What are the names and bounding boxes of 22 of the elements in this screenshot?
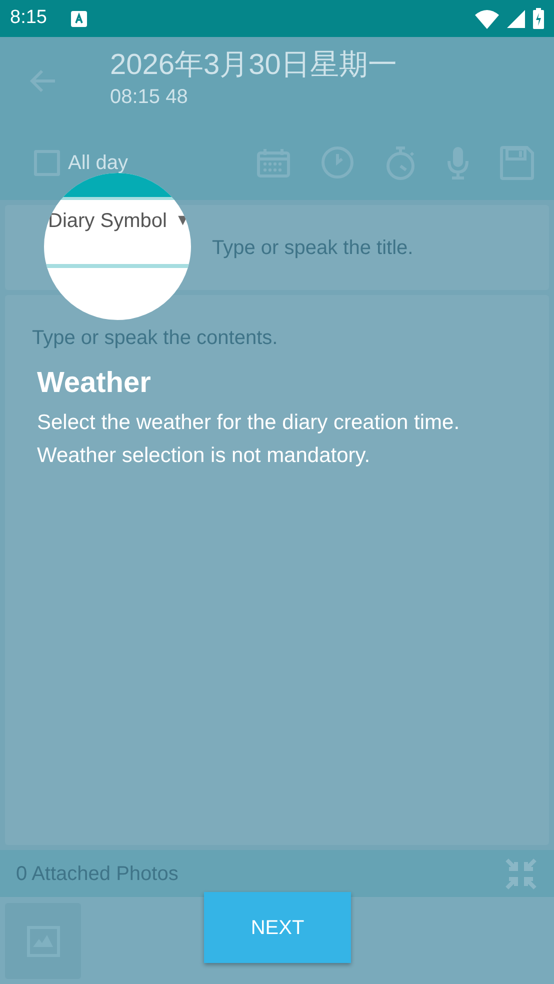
wifi-icon <box>475 8 499 28</box>
tutorial-title: Weather <box>37 366 152 401</box>
clock-icon[interactable] <box>321 146 354 179</box>
clock-time: 8:15 <box>10 6 47 30</box>
date-title: 2026年3月30日星期一 <box>110 50 397 82</box>
all-day-label: All day <box>68 150 128 176</box>
tutorial-text: Select the weather for the diary creation time. Weather selection is not mandatory. <box>37 410 461 470</box>
stopwatch-icon[interactable] <box>385 146 416 180</box>
all-day-checkbox[interactable] <box>34 150 60 176</box>
microphone-icon[interactable] <box>447 146 469 180</box>
title-field[interactable]: Type or speak the title. <box>212 232 414 262</box>
collapse-icon[interactable] <box>504 856 538 890</box>
time-subtitle: 08:15 48 <box>110 84 189 110</box>
contents-field[interactable]: Type or speak the contents. <box>32 327 278 349</box>
keyboard-notification-icon <box>70 10 87 26</box>
signal-icon <box>507 10 525 28</box>
battery-icon <box>533 8 544 29</box>
back-arrow-icon[interactable] <box>30 69 56 93</box>
next-button[interactable]: NEXT <box>204 892 351 963</box>
save-icon[interactable] <box>500 146 534 180</box>
diary-symbol-dropdown[interactable]: Diary Symbol <box>48 206 167 236</box>
calendar-icon[interactable] <box>257 148 290 178</box>
